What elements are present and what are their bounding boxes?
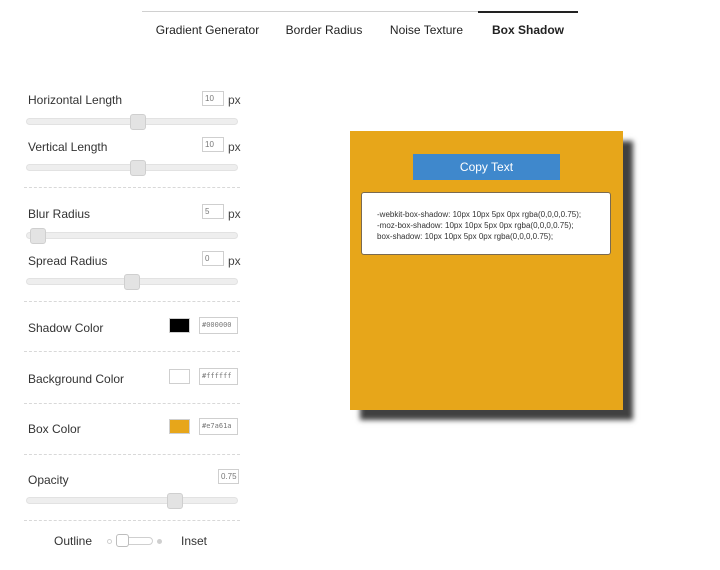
inset-label: Inset: [181, 534, 208, 548]
section-divider: [24, 454, 240, 455]
tab-noise-texture[interactable]: Noise Texture: [375, 12, 478, 47]
code-line-moz: -moz-box-shadow: 10px 10px 5px 0px rgba(…: [377, 221, 574, 230]
blur-radius-unit: px: [228, 207, 241, 221]
opacity-label: Opacity: [28, 473, 69, 487]
background-color-hex-input[interactable]: #ffffff: [199, 368, 238, 385]
horizontal-length-label: Horizontal Length: [28, 93, 123, 107]
css-code-output[interactable]: -webkit-box-shadow: 10px 10px 5px 0px rg…: [361, 192, 611, 255]
vertical-length-input[interactable]: 10: [202, 137, 224, 152]
box-color-hex-input[interactable]: #e7a61a: [199, 418, 238, 435]
section-divider: [24, 187, 240, 188]
outline-dot-icon: [107, 539, 112, 544]
opacity-slider-track[interactable]: [26, 497, 238, 504]
shadow-color-swatch[interactable]: [169, 318, 190, 333]
section-divider: [24, 301, 240, 302]
preview-box: Copy Text -webkit-box-shadow: 10px 10px …: [350, 131, 623, 410]
horizontal-length-unit: px: [228, 93, 241, 107]
tab-bar: Gradient Generator Border Radius Noise T…: [142, 11, 578, 47]
horizontal-length-slider-thumb[interactable]: [129, 114, 146, 130]
shadow-color-hex-input[interactable]: #000000: [199, 317, 238, 334]
spread-radius-slider-thumb[interactable]: [124, 274, 140, 290]
tab-border-radius[interactable]: Border Radius: [273, 12, 375, 47]
shadow-color-label: Shadow Color: [28, 321, 104, 335]
outline-label: Outline: [54, 534, 93, 548]
horizontal-length-input[interactable]: 10: [202, 91, 224, 106]
opacity-input[interactable]: 0.75: [218, 469, 239, 484]
section-divider: [24, 403, 240, 404]
code-line-standard: box-shadow: 10px 10px 5px 0px rgba(0,0,0…: [377, 232, 554, 241]
tab-box-shadow[interactable]: Box Shadow: [478, 11, 578, 46]
blur-radius-slider-track[interactable]: [26, 232, 238, 239]
spread-radius-input[interactable]: 0: [202, 251, 224, 266]
opacity-slider-thumb[interactable]: [167, 493, 184, 509]
blur-radius-input[interactable]: 5: [202, 204, 224, 219]
blur-radius-slider-thumb[interactable]: [29, 228, 46, 244]
box-color-swatch[interactable]: [169, 419, 190, 434]
background-color-label: Background Color: [28, 372, 125, 386]
spread-radius-label: Spread Radius: [28, 254, 108, 268]
background-color-swatch[interactable]: [169, 369, 190, 384]
blur-radius-label: Blur Radius: [28, 207, 91, 221]
code-line-webkit: -webkit-box-shadow: 10px 10px 5px 0px rg…: [377, 210, 582, 219]
vertical-length-label: Vertical Length: [28, 140, 108, 154]
section-divider: [24, 520, 240, 521]
outline-inset-toggle: Outline Inset: [0, 533, 260, 549]
inset-dot-icon: [157, 539, 162, 544]
spread-radius-unit: px: [228, 254, 241, 268]
section-divider: [24, 351, 240, 352]
vertical-length-slider-thumb[interactable]: [129, 160, 146, 176]
toggle-switch-thumb[interactable]: [116, 534, 129, 547]
tab-gradient-generator[interactable]: Gradient Generator: [142, 12, 273, 47]
copy-text-button[interactable]: Copy Text: [413, 154, 560, 180]
box-color-label: Box Color: [28, 422, 81, 436]
vertical-length-unit: px: [228, 140, 241, 154]
